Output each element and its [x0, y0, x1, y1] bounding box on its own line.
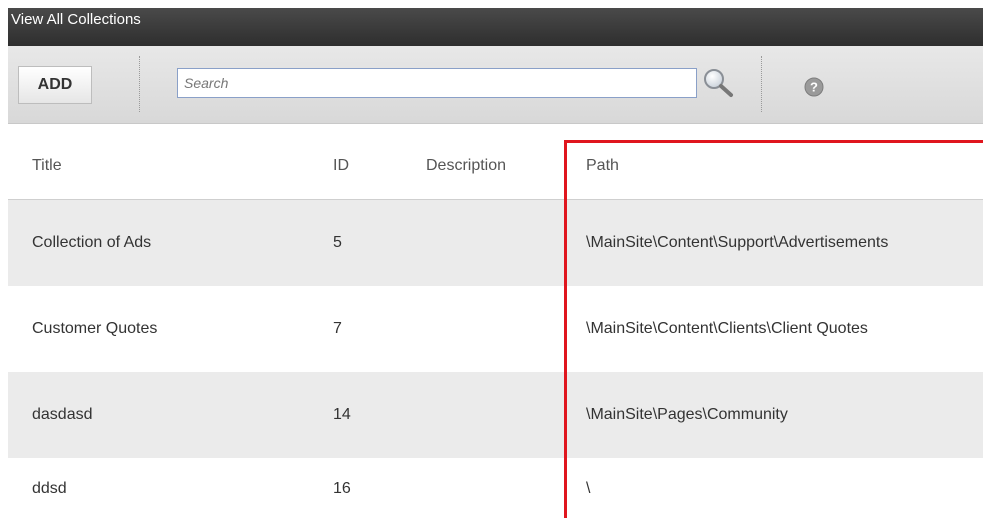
window-title: View All Collections	[11, 11, 141, 28]
cell-path: \MainSite\Content\Support\Advertisements	[586, 234, 889, 251]
add-button[interactable]: ADD	[18, 66, 92, 104]
cell-description	[426, 286, 566, 372]
search-input[interactable]	[177, 68, 697, 98]
help-icon[interactable]: ?	[804, 77, 824, 97]
cell-title: dasdasd	[32, 406, 93, 423]
column-header-path[interactable]: Path	[586, 128, 983, 201]
cell-id: 5	[333, 234, 342, 251]
cell-id: 14	[333, 406, 351, 423]
column-header-description[interactable]: Description	[426, 128, 566, 201]
cell-path: \	[586, 479, 591, 497]
collections-page: View All Collections ADD ?	[0, 0, 983, 518]
table-header-row: Title ID Description Path	[8, 128, 983, 200]
table-row[interactable]: ddsd 16 \	[8, 458, 983, 518]
table-row[interactable]: Customer Quotes 7 \MainSite\Content\Clie…	[8, 286, 983, 372]
cell-title: ddsd	[32, 479, 67, 497]
cell-title: Collection of Ads	[32, 234, 152, 251]
collections-table: Title ID Description Path Collection of …	[8, 128, 983, 518]
column-header-id[interactable]: ID	[333, 128, 403, 201]
toolbar: ADD ?	[8, 46, 983, 124]
magnifier-icon[interactable]	[701, 66, 735, 100]
cell-description	[426, 372, 566, 458]
svg-text:?: ?	[810, 80, 818, 95]
cell-path: \MainSite\Pages\Community	[586, 406, 788, 423]
cell-path: \MainSite\Content\Clients\Client Quotes	[586, 320, 868, 337]
cell-id: 7	[333, 320, 342, 337]
column-header-title[interactable]: Title	[32, 128, 322, 201]
toolbar-separator	[139, 56, 140, 112]
cell-title: Customer Quotes	[32, 320, 158, 337]
table-row[interactable]: Collection of Ads 5 \MainSite\Content\Su…	[8, 200, 983, 286]
cell-description	[426, 200, 566, 286]
toolbar-separator	[761, 56, 762, 112]
cell-id: 16	[333, 479, 351, 497]
cell-description	[426, 458, 566, 518]
window-title-bar: View All Collections	[8, 8, 983, 46]
table-row[interactable]: dasdasd 14 \MainSite\Pages\Community	[8, 372, 983, 458]
